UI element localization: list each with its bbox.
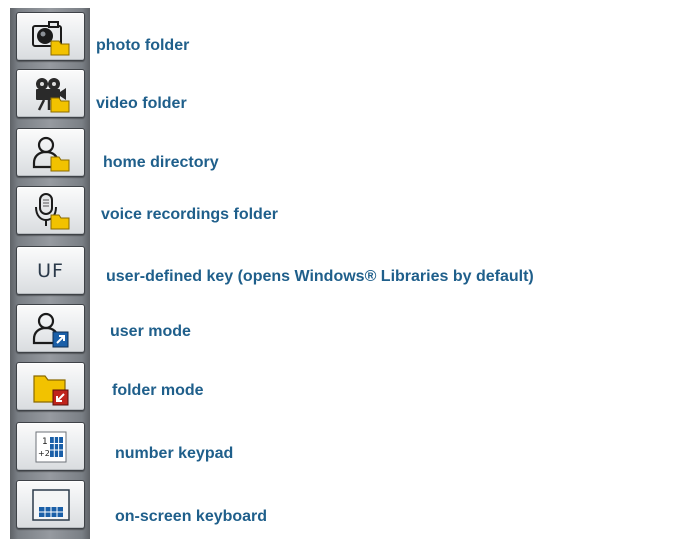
number-keypad-button[interactable]: 1 +2 <box>16 422 85 471</box>
home-directory-label: home directory <box>103 154 219 171</box>
on-screen-keyboard-label: on-screen keyboard <box>115 508 268 525</box>
on-screen-keyboard-icon <box>31 488 70 521</box>
voice-recordings-folder-label: voice recordings folder <box>101 206 278 223</box>
keypad-digit-2: +2 <box>38 449 50 458</box>
folder-mode-icon <box>32 374 68 405</box>
button-bar: UF 1 +2 <box>10 8 90 539</box>
user-defined-key-icon: UF <box>37 259 64 282</box>
user-defined-key-label: user-defined key (opens Windows® Librari… <box>106 268 534 285</box>
number-keypad-icon: 1 +2 <box>35 431 66 462</box>
folder-mode-label: folder mode <box>112 382 204 399</box>
keypad-digit-1: 1 <box>42 437 48 447</box>
home-directory-icon <box>32 136 69 171</box>
photo-folder-icon <box>31 20 69 55</box>
home-directory-button[interactable] <box>16 128 85 177</box>
number-keypad-label: number keypad <box>115 445 234 462</box>
folder-mode-button[interactable] <box>16 362 85 411</box>
video-folder-icon <box>35 77 69 112</box>
user-defined-key-button[interactable]: UF <box>16 246 85 295</box>
on-screen-keyboard-button[interactable] <box>16 480 85 529</box>
photo-folder-button[interactable] <box>16 12 85 61</box>
video-folder-button[interactable] <box>16 69 85 118</box>
video-folder-label: video folder <box>96 95 187 112</box>
voice-recordings-folder-button[interactable] <box>16 186 85 235</box>
voice-recordings-folder-icon <box>34 192 69 229</box>
photo-folder-label: photo folder <box>96 37 190 54</box>
user-mode-button[interactable] <box>16 304 85 353</box>
user-mode-label: user mode <box>110 323 191 340</box>
user-mode-icon <box>32 312 68 347</box>
